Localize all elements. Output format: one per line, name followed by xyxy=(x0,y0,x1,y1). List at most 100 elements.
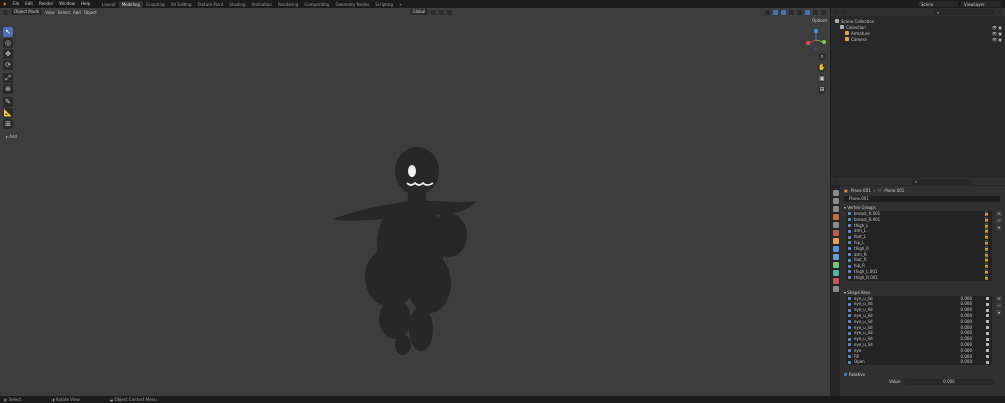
menu-add[interactable]: Add xyxy=(73,10,81,15)
properties-tab-icon[interactable] xyxy=(832,190,839,196)
properties-tab-icon[interactable] xyxy=(832,222,839,228)
tool-button[interactable]: ⤢ xyxy=(3,73,13,83)
orientation-selector[interactable]: Global xyxy=(409,9,429,15)
vertex-group-specials-button[interactable]: ▾ xyxy=(996,225,1002,230)
camera-view-icon[interactable]: ▣ xyxy=(818,75,826,83)
shape-key-mute-checkbox[interactable] xyxy=(986,360,989,364)
tool-button[interactable]: ↖ xyxy=(3,27,13,37)
workspace-tab[interactable]: Compositing xyxy=(301,1,332,8)
editor-type-icon[interactable] xyxy=(3,9,8,15)
visibility-toggle-icon[interactable]: 👁 ▣ xyxy=(992,37,1002,42)
shading-wire-icon[interactable] xyxy=(797,9,802,15)
zoom-icon[interactable]: ⌕ xyxy=(818,53,826,61)
relative-checkbox-row[interactable]: Relative xyxy=(842,371,1004,378)
overlay-toggle-icon[interactable] xyxy=(781,9,786,15)
workspace-tab[interactable]: Texture Paint xyxy=(194,1,226,8)
menu-help[interactable]: Help xyxy=(78,0,93,8)
visibility-icon[interactable] xyxy=(765,9,770,15)
mesh-name-field[interactable]: Plane.001 xyxy=(844,196,1000,202)
menu-render[interactable]: Render xyxy=(36,0,56,8)
shape-key-mute-checkbox[interactable] xyxy=(986,331,989,335)
blender-logo-icon[interactable]: ◉ xyxy=(0,0,10,8)
tool-button[interactable]: ⟳ xyxy=(3,60,13,70)
shape-key-mute-checkbox[interactable] xyxy=(986,325,989,329)
remove-vertex-group-button[interactable]: − xyxy=(996,218,1002,223)
outliner-search-input[interactable]: ⌕ xyxy=(934,9,994,15)
filter-icon[interactable] xyxy=(997,9,1002,15)
display-mode-icon[interactable] xyxy=(842,9,847,15)
shape-key-mute-checkbox[interactable] xyxy=(986,314,989,318)
properties-tab-icon[interactable] xyxy=(832,206,839,212)
xray-icon[interactable] xyxy=(789,9,794,15)
workspace-tab[interactable]: Geometry Nodes xyxy=(332,1,372,8)
shape-key-specials-button[interactable]: ▾ xyxy=(996,309,1002,315)
options-button[interactable]: Options xyxy=(812,18,827,23)
properties-tab-icon[interactable] xyxy=(832,262,839,268)
properties-editor-icon[interactable] xyxy=(834,179,839,184)
remove-shape-key-button[interactable]: − xyxy=(996,302,1002,308)
mode-selector[interactable]: Object Mode xyxy=(11,9,43,15)
properties-tab-icon[interactable] xyxy=(832,278,839,284)
gizmo-negz-handle[interactable] xyxy=(814,47,818,51)
navigation-gizmo[interactable] xyxy=(804,28,828,52)
properties-tab-icon[interactable] xyxy=(832,286,839,292)
relative-checkbox[interactable] xyxy=(844,373,847,377)
tool-button[interactable]: ⊕ xyxy=(3,84,13,94)
tool-button[interactable]: 📐 xyxy=(3,108,13,118)
lock-icon[interactable]: 🔓 xyxy=(984,275,989,281)
shading-material-icon[interactable] xyxy=(813,9,818,15)
snap-icon[interactable] xyxy=(439,9,445,15)
workspace-tab[interactable]: Scripting xyxy=(372,1,396,8)
tool-button[interactable]: ◎ xyxy=(3,38,13,48)
workspace-tab[interactable]: UV Editing xyxy=(168,1,195,8)
tool-button[interactable]: ✎ xyxy=(3,97,13,107)
perspective-toggle-icon[interactable]: ⊞ xyxy=(818,86,826,94)
visibility-toggle-icon[interactable]: 👁 ▣ xyxy=(992,25,1002,30)
workspace-tab[interactable]: Modeling xyxy=(118,1,143,8)
add-vertex-group-button[interactable]: + xyxy=(996,211,1002,216)
shape-key-mute-checkbox[interactable] xyxy=(986,349,989,353)
properties-tab-icon[interactable] xyxy=(832,254,839,260)
view-layer-selector[interactable]: ViewLayer xyxy=(961,1,1001,7)
value-slider[interactable]: 0.000 xyxy=(904,378,994,385)
outliner-editor-icon[interactable] xyxy=(834,9,839,15)
menu-window[interactable]: Window xyxy=(56,0,78,8)
menu-view[interactable]: View xyxy=(45,10,55,15)
shape-key-mute-checkbox[interactable] xyxy=(986,337,989,341)
workspace-tab[interactable]: Rendering xyxy=(275,1,301,8)
gizmo-toggle-icon[interactable] xyxy=(773,9,778,15)
properties-tab-icon[interactable] xyxy=(832,198,839,204)
gizmo-y-handle[interactable] xyxy=(822,40,826,44)
gizmo-x-handle[interactable] xyxy=(806,41,810,45)
vertex-group-item[interactable]: thigh_R.001 🔓 xyxy=(846,275,992,281)
shape-key-mute-checkbox[interactable] xyxy=(986,296,989,300)
shape-key-mute-checkbox[interactable] xyxy=(986,308,989,312)
properties-tab-icon[interactable] xyxy=(832,270,839,276)
properties-tab-icon[interactable] xyxy=(832,246,839,252)
tool-button[interactable]: ⊞ xyxy=(3,119,13,129)
workspace-tab[interactable]: + xyxy=(396,1,405,8)
vertex-groups-panel-header[interactable]: ▾ Vertex Groups xyxy=(842,204,1004,211)
properties-search-input[interactable]: ⌕ xyxy=(912,178,972,185)
shape-keys-list[interactable]: eye_u_lid 0.000 eye_u_lid 0.000 eye_u_lid 0.0… xyxy=(846,295,992,366)
vertex-groups-list[interactable]: breast_R.001 🔓 breast_R.001 🔓 thigh_L 🔓 arm_L 🔓… xyxy=(846,211,992,281)
menu-edit[interactable]: Edit xyxy=(22,0,36,8)
proportional-icon[interactable] xyxy=(447,9,453,15)
shape-key-mute-checkbox[interactable] xyxy=(986,302,989,306)
workspace-tab[interactable]: Layout xyxy=(99,1,119,8)
character-model[interactable] xyxy=(325,143,490,358)
shape-key-value[interactable]: 0.000 xyxy=(961,359,972,365)
shape-keys-panel-header[interactable]: ▾ Shape Keys xyxy=(842,289,1004,296)
scene-selector[interactable]: Scene xyxy=(918,1,958,7)
shape-key-mute-checkbox[interactable] xyxy=(986,354,989,358)
menu-file[interactable]: File xyxy=(10,0,23,8)
properties-tab-icon[interactable] xyxy=(832,230,839,236)
shape-key-mute-checkbox[interactable] xyxy=(986,343,989,347)
3d-viewport[interactable]: Object Mode View Select Add Object Globa… xyxy=(0,8,830,396)
pan-icon[interactable]: ✋ xyxy=(818,64,826,72)
workspace-tab[interactable]: Animation xyxy=(249,1,275,8)
pivot-icon[interactable] xyxy=(431,9,437,15)
last-operator-panel[interactable]: ▸ Add xyxy=(6,134,17,139)
tool-button[interactable]: ✥ xyxy=(3,49,13,59)
outliner-row[interactable]: Camera 👁 ▣ xyxy=(831,36,1005,42)
